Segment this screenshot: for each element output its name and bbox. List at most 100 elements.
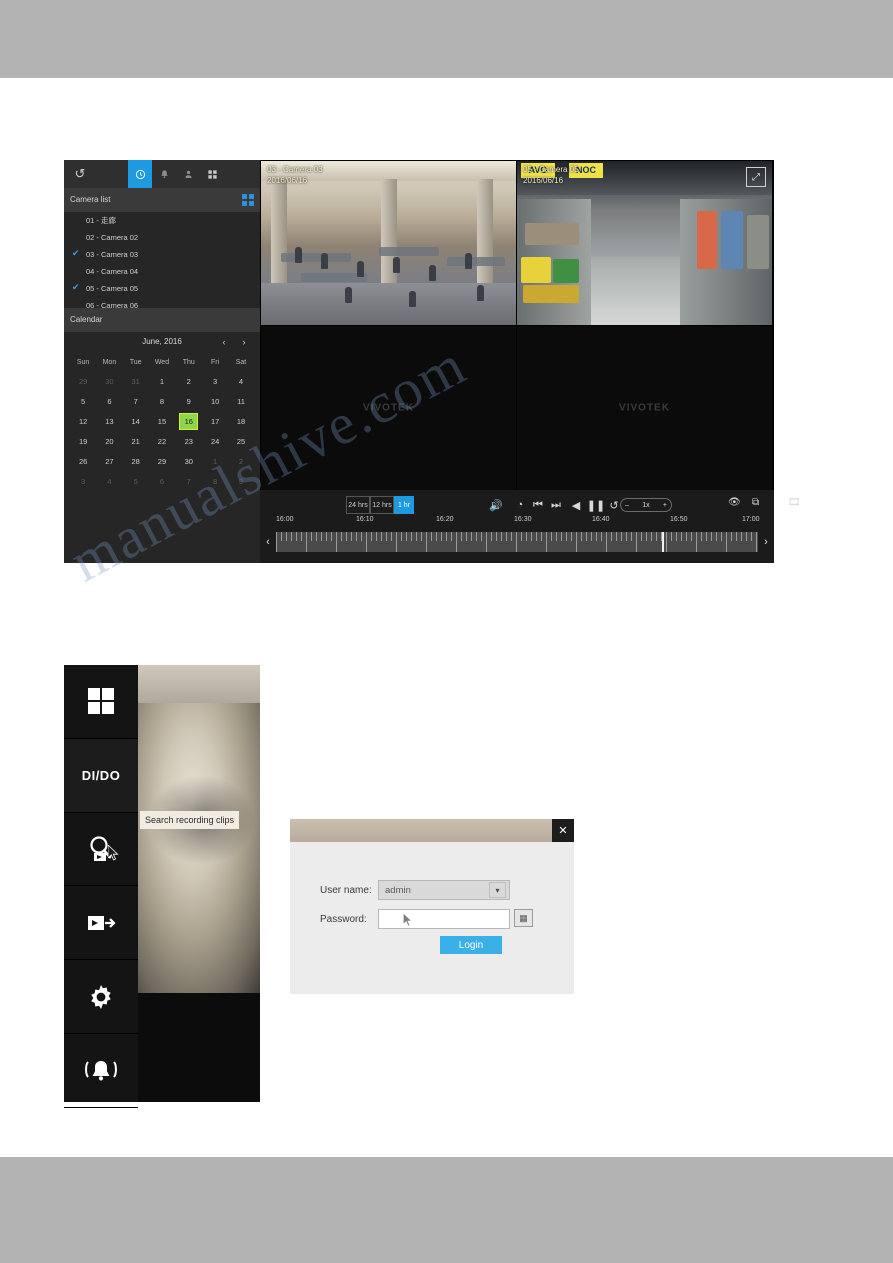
- calendar-day[interactable]: 6: [149, 471, 175, 491]
- zoom-stepper[interactable]: – 1x +: [620, 498, 672, 512]
- timeline-tick: [361, 532, 362, 541]
- calendar-day[interactable]: 29: [149, 451, 175, 471]
- calendar-day[interactable]: 2: [175, 371, 202, 391]
- snapshot-icon[interactable]: ⧉: [752, 497, 759, 508]
- calendar-day[interactable]: 30: [96, 371, 122, 391]
- calendar-day[interactable]: 23: [175, 431, 202, 451]
- calendar-day[interactable]: 4: [96, 471, 122, 491]
- calendar-day[interactable]: 27: [96, 451, 122, 471]
- calendar-day[interactable]: 30: [175, 451, 202, 471]
- calendar-day[interactable]: 19: [70, 431, 96, 451]
- export-clip-icon[interactable]: 🎞: [788, 497, 801, 508]
- calendar-day-selected[interactable]: 16: [175, 411, 202, 431]
- calendar-day[interactable]: 9: [228, 471, 254, 491]
- password-field[interactable]: [378, 909, 510, 929]
- calendar[interactable]: June, 2016 ‹ › Sun Mon Tue Wed Thu Fri S…: [64, 332, 260, 563]
- clock-icon[interactable]: ◔: [512, 498, 528, 512]
- list-item[interactable]: 04 - Camera 04: [64, 263, 260, 280]
- pause-icon[interactable]: ❚❚: [587, 498, 605, 512]
- calendar-day[interactable]: 1: [202, 451, 228, 471]
- calendar-day[interactable]: 29: [70, 371, 96, 391]
- scale-1hr-button[interactable]: 1 hr: [394, 496, 414, 514]
- scale-12hrs-button[interactable]: 12 hrs: [370, 496, 394, 514]
- calendar-day[interactable]: 14: [123, 411, 149, 431]
- skip-next-icon[interactable]: ⏭: [548, 498, 564, 512]
- calendar-day[interactable]: 8: [149, 391, 175, 411]
- video-cell-3[interactable]: VIVOTEK: [261, 326, 516, 490]
- calendar-day[interactable]: 9: [175, 391, 202, 411]
- calendar-day[interactable]: 22: [149, 431, 175, 451]
- calendar-day[interactable]: 8: [202, 471, 228, 491]
- main-menu[interactable]: DI/DO: [64, 665, 138, 1108]
- play-reverse-icon[interactable]: ◀: [568, 498, 584, 512]
- sidebar-item-search-recording[interactable]: [64, 813, 138, 887]
- weekday-header: Thu: [182, 359, 195, 366]
- calendar-day[interactable]: 31: [123, 371, 149, 391]
- chevron-down-icon[interactable]: ▾: [489, 882, 506, 898]
- calendar-day[interactable]: 13: [96, 411, 122, 431]
- calendar-day[interactable]: 4: [228, 371, 254, 391]
- eye-icon[interactable]: 👁: [728, 497, 741, 508]
- calendar-day[interactable]: 3: [202, 371, 228, 391]
- tooltip: Search recording clips: [140, 811, 240, 829]
- calendar-day[interactable]: 6: [96, 391, 122, 411]
- video-cell-1[interactable]: 03 - Camera 03 2016/06/16: [261, 161, 516, 325]
- calendar-day[interactable]: 17: [202, 411, 228, 431]
- calendar-day[interactable]: 18: [228, 411, 254, 431]
- camera-list[interactable]: 01 - 走廊 02 - Camera 02 ✔ 03 - Camera 03 0…: [64, 212, 260, 327]
- timeline-ruler[interactable]: [276, 532, 758, 552]
- calendar-day[interactable]: 3: [70, 471, 96, 491]
- next-month-button[interactable]: ›: [236, 332, 252, 352]
- calendar-day[interactable]: 25: [228, 431, 254, 451]
- prev-month-button[interactable]: ‹: [216, 332, 232, 352]
- scale-24hrs-button[interactable]: 24 hrs: [346, 496, 370, 514]
- sidebar-item-dido[interactable]: DI/DO: [64, 738, 138, 813]
- calendar-day[interactable]: 5: [70, 391, 96, 411]
- video-cell-4[interactable]: VIVOTEK: [517, 326, 772, 490]
- skip-previous-icon[interactable]: ⏮: [530, 498, 546, 512]
- timeline-scroll-left[interactable]: ‹: [262, 532, 274, 552]
- sidebar-item-settings[interactable]: [64, 960, 138, 1034]
- calendar-day[interactable]: 11: [228, 391, 254, 411]
- playback-icon[interactable]: [128, 160, 152, 188]
- alarm-bell-icon[interactable]: [152, 160, 176, 188]
- close-icon[interactable]: ✕: [552, 819, 574, 842]
- calendar-day[interactable]: 28: [123, 451, 149, 471]
- layout-grid-icon[interactable]: [200, 160, 224, 188]
- calendar-day[interactable]: 12: [70, 411, 96, 431]
- calendar-day[interactable]: 5: [123, 471, 149, 491]
- speaker-icon[interactable]: 🔊: [488, 498, 504, 512]
- zoom-plus-button[interactable]: +: [663, 502, 667, 509]
- list-item[interactable]: ✔ 03 - Camera 03: [64, 246, 260, 263]
- calendar-day[interactable]: 10: [202, 391, 228, 411]
- calendar-day[interactable]: 15: [149, 411, 175, 431]
- sidebar-item-export-clip[interactable]: [64, 886, 138, 961]
- list-item[interactable]: 02 - Camera 02: [64, 229, 260, 246]
- calendar-day[interactable]: 7: [175, 471, 202, 491]
- calendar-day[interactable]: 24: [202, 431, 228, 451]
- video-cell-2[interactable]: AVO NOC 05 - Camera 05 2016/06/16 ⤢: [517, 161, 772, 325]
- calendar-grid[interactable]: Sun Mon Tue Wed Thu Fri Sat 29 30 31 1 2…: [70, 354, 254, 491]
- person-icon[interactable]: [176, 160, 200, 188]
- calendar-day[interactable]: 7: [123, 391, 149, 411]
- list-item[interactable]: ✔ 05 - Camera 05: [64, 280, 260, 297]
- timeline-playhead[interactable]: [662, 532, 664, 552]
- calendar-day[interactable]: 1: [149, 371, 175, 391]
- list-item[interactable]: 01 - 走廊: [64, 212, 260, 229]
- layout-grid-icon[interactable]: [242, 194, 254, 206]
- osd-camera-name: 03 - Camera 03: [267, 165, 323, 174]
- sidebar-item-alarm[interactable]: [64, 1034, 138, 1108]
- calendar-day[interactable]: 21: [123, 431, 149, 451]
- calendar-day[interactable]: 2: [228, 451, 254, 471]
- calendar-day[interactable]: 20: [96, 431, 122, 451]
- osd-overlay: 05 - Camera 05 2016/06/16: [523, 164, 579, 186]
- zoom-minus-button[interactable]: –: [625, 502, 629, 509]
- back-arrow-icon[interactable]: ↺: [68, 160, 92, 188]
- expand-fullscreen-icon[interactable]: ⤢: [746, 167, 766, 187]
- calendar-day[interactable]: 26: [70, 451, 96, 471]
- username-field[interactable]: admin ▾: [378, 880, 510, 900]
- virtual-keyboard-icon[interactable]: ▦: [514, 909, 533, 927]
- sidebar-item-liveview[interactable]: [64, 665, 138, 739]
- timeline-scroll-right[interactable]: ›: [760, 532, 772, 552]
- login-button[interactable]: Login: [440, 936, 502, 954]
